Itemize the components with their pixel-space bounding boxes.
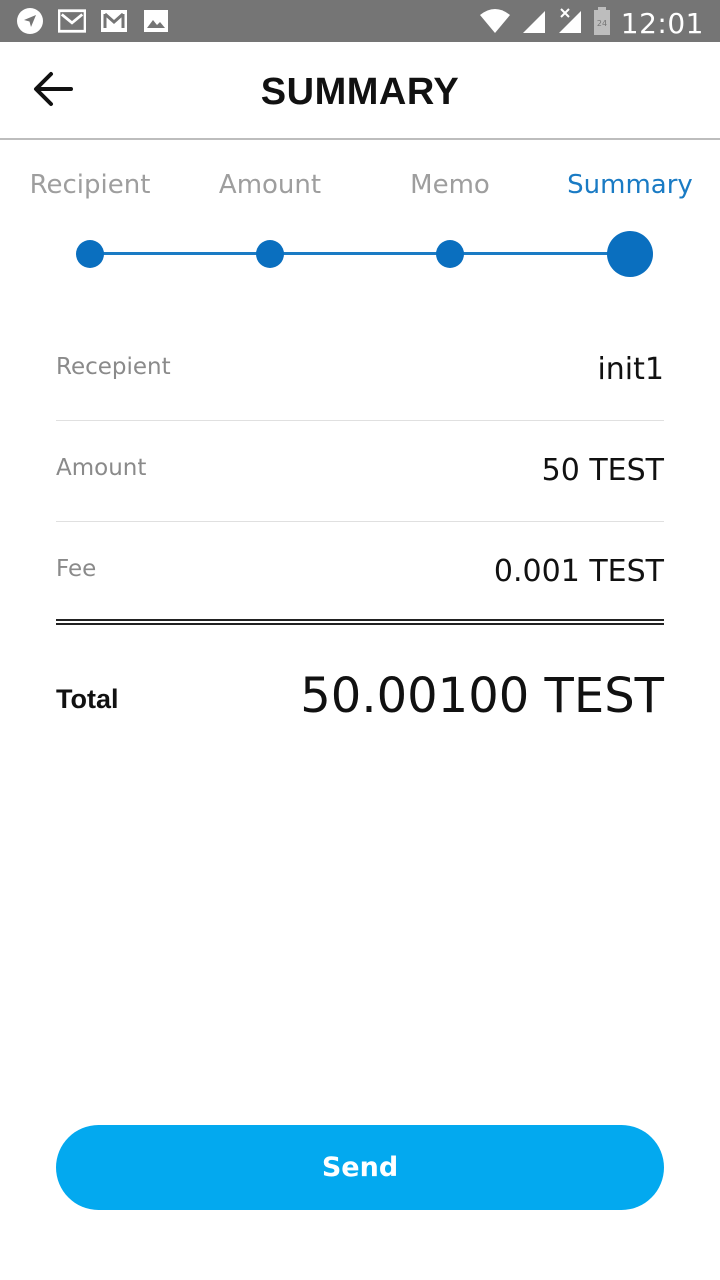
step-label-summary[interactable]: Summary <box>540 170 720 200</box>
step-dot-summary[interactable] <box>607 231 653 277</box>
arrow-left-icon <box>33 71 73 112</box>
total-label: Total <box>56 684 119 714</box>
step-dot-recipient[interactable] <box>76 240 104 268</box>
row-value: 50 TEST <box>541 453 664 488</box>
summary-row-recipient: Recepient init1 <box>56 320 664 421</box>
row-value: 0.001 TEST <box>493 554 664 589</box>
row-label: Amount <box>56 455 147 481</box>
app-bar: SUMMARY <box>0 42 720 140</box>
step-label-amount[interactable]: Amount <box>180 170 360 200</box>
navigation-icon <box>16 7 44 35</box>
summary-row-amount: Amount 50 TEST <box>56 421 664 522</box>
step-dot-amount[interactable] <box>256 240 284 268</box>
summary-row-fee: Fee 0.001 TEST <box>56 522 664 622</box>
page-title: SUMMARY <box>260 71 460 113</box>
step-label-recipient[interactable]: Recipient <box>0 170 180 200</box>
gmail-icon <box>100 7 128 35</box>
row-label: Fee <box>56 556 97 582</box>
status-bar: 24 12:01 <box>0 0 720 42</box>
system-icons: 24 12:01 <box>479 6 704 41</box>
wifi-icon <box>479 7 511 40</box>
signal-icon <box>521 7 547 40</box>
summary-list: Recepient init1 Amount 50 TEST Fee 0.001… <box>56 320 664 622</box>
signal-no-data-icon <box>557 7 583 40</box>
gmail-icon <box>58 7 86 35</box>
stepper: Recipient Amount Memo Summary <box>0 160 720 290</box>
row-label: Recepient <box>56 354 171 380</box>
send-button[interactable]: Send <box>56 1125 664 1210</box>
back-button[interactable] <box>28 68 78 114</box>
step-dot-memo[interactable] <box>436 240 464 268</box>
total-value: 50.00100 TEST <box>300 668 664 724</box>
image-icon <box>142 7 170 35</box>
row-value: init1 <box>597 352 664 387</box>
battery-icon: 24 <box>593 6 611 41</box>
svg-text:24: 24 <box>597 19 607 28</box>
notification-icons <box>16 7 170 35</box>
status-time: 12:01 <box>620 7 704 40</box>
stepper-line <box>90 252 630 255</box>
step-label-memo[interactable]: Memo <box>360 170 540 200</box>
total-divider <box>56 619 664 625</box>
